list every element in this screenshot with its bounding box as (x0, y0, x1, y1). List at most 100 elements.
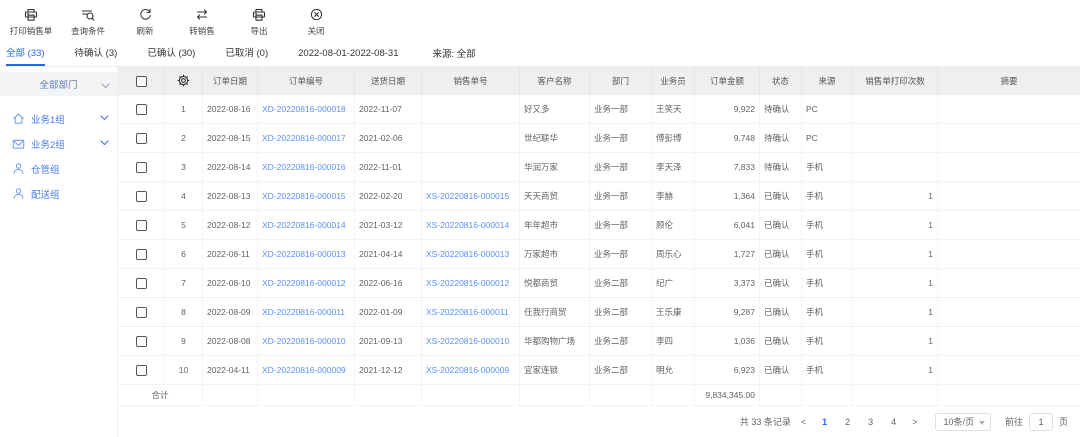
order-no: XD-20220816-000016 (258, 153, 355, 181)
sidebar-item-1[interactable]: 业务2组 (0, 131, 117, 156)
order-amount: 6,923 (695, 356, 760, 384)
column-header-9: 来源 (802, 67, 853, 95)
total-delivery-date (355, 385, 422, 405)
gear-icon[interactable] (177, 74, 190, 89)
summary (938, 240, 1080, 268)
print-count (853, 153, 938, 181)
department-selector[interactable]: 全部部门 (0, 72, 117, 96)
sales-no-link[interactable]: XS-20220816-000010 (426, 336, 509, 346)
select-all-checkbox[interactable] (136, 76, 147, 87)
row-checkbox[interactable] (136, 191, 147, 202)
order-no-link[interactable]: XD-20220816-000018 (262, 104, 346, 114)
row-checkbox[interactable] (136, 365, 147, 376)
row-select-cell (118, 95, 165, 123)
sidebar-item-3[interactable]: 配送组 (0, 181, 117, 206)
row-checkbox[interactable] (136, 278, 147, 289)
toolbar-button-close-circle[interactable]: 关闭 (293, 7, 339, 37)
row-index: 3 (165, 153, 203, 181)
sales-no (422, 95, 520, 123)
sales-no-link[interactable]: XS-20220816-000011 (426, 307, 509, 317)
tab-1[interactable]: 待确认 (3) (75, 40, 118, 66)
salesperson: 纪广 (652, 269, 695, 297)
order-no-link[interactable]: XD-20220816-000010 (262, 336, 346, 346)
print-count (853, 124, 938, 152)
row-checkbox[interactable] (136, 220, 147, 231)
sidebar-item-label: 业务2组 (31, 137, 65, 151)
sales-no: XS-20220816-000010 (422, 327, 520, 355)
goto-page-input[interactable] (1029, 413, 1053, 431)
order-amount: 1,036 (695, 327, 760, 355)
chevron-down-icon[interactable] (100, 113, 109, 124)
toolbar-button-export-printer[interactable]: 导出 (236, 7, 282, 37)
tab-2[interactable]: 已确认 (30) (147, 40, 195, 66)
sidebar-item-0[interactable]: 业务1组 (0, 106, 117, 131)
sales-no: XS-20220816-000015 (422, 182, 520, 210)
delivery-date: 2021-09-13 (355, 327, 422, 355)
order-amount: 1,727 (695, 240, 760, 268)
order-no-link[interactable]: XD-20220816-000011 (262, 307, 345, 317)
page-size-select[interactable]: 10条/页 (935, 413, 991, 431)
order-date: 2022-08-14 (203, 153, 258, 181)
row-select-cell (118, 327, 165, 355)
pagination-bar: 共 33 条记录<1234>10条/页前往页 (118, 406, 1080, 437)
department: 业务一部 (590, 182, 652, 210)
order-no-link[interactable]: XD-20220816-000014 (262, 220, 346, 230)
toolbar-button-search-filter[interactable]: 查询条件 (65, 7, 111, 37)
salesperson: 李四 (652, 327, 695, 355)
chevron-down-icon[interactable] (100, 138, 109, 149)
salesperson: 王笑天 (652, 95, 695, 123)
total-print-count (853, 385, 938, 405)
sales-no-link[interactable]: XS-20220816-000012 (426, 278, 509, 288)
row-checkbox[interactable] (136, 307, 147, 318)
row-checkbox[interactable] (136, 133, 147, 144)
source: 手机 (802, 327, 853, 355)
home-icon (12, 112, 25, 125)
source: 手机 (802, 356, 853, 384)
row-select-cell (118, 240, 165, 268)
row-checkbox[interactable] (136, 104, 147, 115)
toolbar-button-label: 关闭 (307, 25, 324, 37)
toolbar-button-label: 查询条件 (71, 25, 105, 37)
delivery-date: 2022-11-07 (355, 95, 422, 123)
column-header-0: 订单日期 (203, 67, 258, 95)
sales-no-link[interactable]: XS-20220816-000013 (426, 249, 509, 259)
search-filter-icon (81, 7, 95, 22)
order-no-link[interactable]: XD-20220816-000015 (262, 191, 346, 201)
order-no-link[interactable]: XD-20220816-000009 (262, 365, 346, 375)
order-no-link[interactable]: XD-20220816-000013 (262, 249, 346, 259)
order-date: 2022-08-09 (203, 298, 258, 326)
order-no-link[interactable]: XD-20220816-000017 (262, 133, 346, 143)
order-no-link[interactable]: XD-20220816-000012 (262, 278, 346, 288)
page-button-1[interactable]: 1 (816, 417, 833, 427)
row-index: 10 (165, 356, 203, 384)
toolbar-button-transfer[interactable]: 转销售 (179, 7, 225, 37)
page-button-2[interactable]: 2 (839, 417, 856, 427)
department: 业务二部 (590, 356, 652, 384)
sales-no-link[interactable]: XS-20220816-000014 (426, 220, 509, 230)
order-date: 2022-04-11 (203, 356, 258, 384)
toolbar-button-printer[interactable]: 打印销售单 (8, 7, 54, 37)
table-row: 62022-08-11XD-20220816-0000132021-04-14X… (118, 240, 1080, 269)
total-sales-no (422, 385, 520, 405)
column-header-10: 销售单打印次数 (853, 67, 938, 95)
page-button-3[interactable]: 3 (862, 417, 879, 427)
order-amount: 3,373 (695, 269, 760, 297)
toolbar-button-refresh[interactable]: 刷新 (122, 7, 168, 37)
sales-no-link[interactable]: XS-20220816-000009 (426, 365, 509, 375)
row-checkbox[interactable] (136, 162, 147, 173)
tab-3[interactable]: 已取消 (0) (225, 40, 268, 66)
salesperson: 王乐康 (652, 298, 695, 326)
total-label: 合计 (118, 385, 203, 405)
row-select-cell (118, 298, 165, 326)
customer-name: 华都购物广场 (520, 327, 590, 355)
row-checkbox[interactable] (136, 249, 147, 260)
row-checkbox[interactable] (136, 336, 147, 347)
tab-0[interactable]: 全部 (33) (6, 40, 45, 66)
status: 待确认 (760, 124, 802, 152)
next-page-button[interactable]: > (908, 417, 921, 427)
order-no-link[interactable]: XD-20220816-000016 (262, 162, 346, 172)
prev-page-button[interactable]: < (797, 417, 810, 427)
sales-no-link[interactable]: XS-20220816-000015 (426, 191, 509, 201)
page-button-4[interactable]: 4 (885, 417, 902, 427)
sidebar-item-2[interactable]: 仓管组 (0, 156, 117, 181)
